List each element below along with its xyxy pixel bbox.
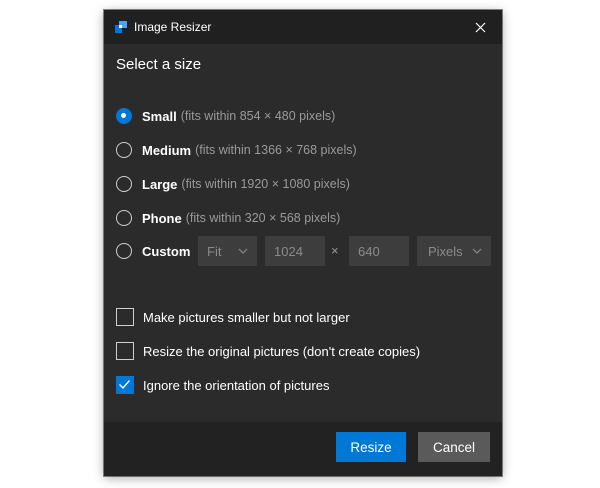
unit-value: Pixels bbox=[428, 243, 463, 259]
times-sign: × bbox=[331, 243, 339, 258]
select-size-heading: Select a size bbox=[116, 56, 202, 73]
size-option-small[interactable]: Small (fits within 854 × 480 pixels) bbox=[116, 106, 335, 126]
size-name-phone: Phone bbox=[142, 210, 182, 226]
image-resizer-icon bbox=[115, 21, 127, 33]
checkbox-ignore-orientation[interactable] bbox=[116, 376, 134, 394]
size-name-custom: Custom bbox=[142, 243, 191, 259]
radio-medium[interactable] bbox=[116, 142, 132, 158]
size-option-large[interactable]: Large (fits within 1920 × 1080 pixels) bbox=[116, 174, 350, 194]
height-input[interactable]: 640 bbox=[349, 236, 409, 266]
width-input[interactable]: 1024 bbox=[265, 236, 325, 266]
title-bar: Image Resizer bbox=[104, 10, 502, 44]
unit-dropdown[interactable]: Pixels bbox=[417, 236, 491, 266]
width-value: 1024 bbox=[274, 243, 303, 259]
image-resizer-window: Image Resizer Select a size Small (fits … bbox=[104, 10, 502, 476]
radio-phone[interactable] bbox=[116, 210, 132, 226]
radio-small[interactable] bbox=[116, 108, 132, 124]
dialog-footer: Resize Cancel bbox=[104, 422, 502, 476]
fit-mode-dropdown[interactable]: Fit bbox=[198, 236, 257, 266]
window-title: Image Resizer bbox=[134, 20, 212, 34]
size-name-small: Small bbox=[142, 108, 177, 124]
fit-mode-value: Fit bbox=[207, 243, 222, 259]
chevron-down-icon bbox=[238, 248, 248, 254]
size-desc-small: (fits within 854 × 480 pixels) bbox=[180, 109, 336, 123]
close-button[interactable] bbox=[458, 10, 502, 44]
option-label-original: Resize the original pictures (don't crea… bbox=[143, 343, 421, 359]
height-value: 640 bbox=[358, 243, 380, 259]
chevron-down-icon bbox=[472, 248, 482, 254]
option-label-smaller: Make pictures smaller but not larger bbox=[143, 309, 350, 325]
radio-large[interactable] bbox=[116, 176, 132, 192]
close-icon bbox=[475, 22, 485, 32]
checkbox-resize-original[interactable] bbox=[116, 342, 134, 360]
size-option-medium[interactable]: Medium (fits within 1366 × 768 pixels) bbox=[116, 140, 357, 160]
size-option-phone[interactable]: Phone (fits within 320 × 568 pixels) bbox=[116, 208, 340, 228]
option-label-orientation: Ignore the orientation of pictures bbox=[143, 377, 330, 393]
size-name-medium: Medium bbox=[142, 142, 192, 158]
radio-custom[interactable] bbox=[116, 243, 132, 259]
option-smaller-not-larger[interactable]: Make pictures smaller but not larger bbox=[116, 307, 350, 327]
checkbox-smaller-not-larger[interactable] bbox=[116, 308, 134, 326]
option-resize-original[interactable]: Resize the original pictures (don't crea… bbox=[116, 341, 420, 361]
checkmark-icon bbox=[119, 380, 131, 390]
size-desc-phone: (fits within 320 × 568 pixels) bbox=[185, 211, 341, 225]
size-name-large: Large bbox=[142, 176, 178, 192]
size-desc-large: (fits within 1920 × 1080 pixels) bbox=[181, 177, 350, 191]
size-desc-medium: (fits within 1366 × 768 pixels) bbox=[195, 143, 357, 157]
cancel-button[interactable]: Cancel bbox=[418, 432, 490, 462]
size-option-custom[interactable]: Custom bbox=[116, 241, 194, 261]
option-ignore-orientation[interactable]: Ignore the orientation of pictures bbox=[116, 375, 329, 395]
resize-button[interactable]: Resize bbox=[336, 432, 406, 462]
